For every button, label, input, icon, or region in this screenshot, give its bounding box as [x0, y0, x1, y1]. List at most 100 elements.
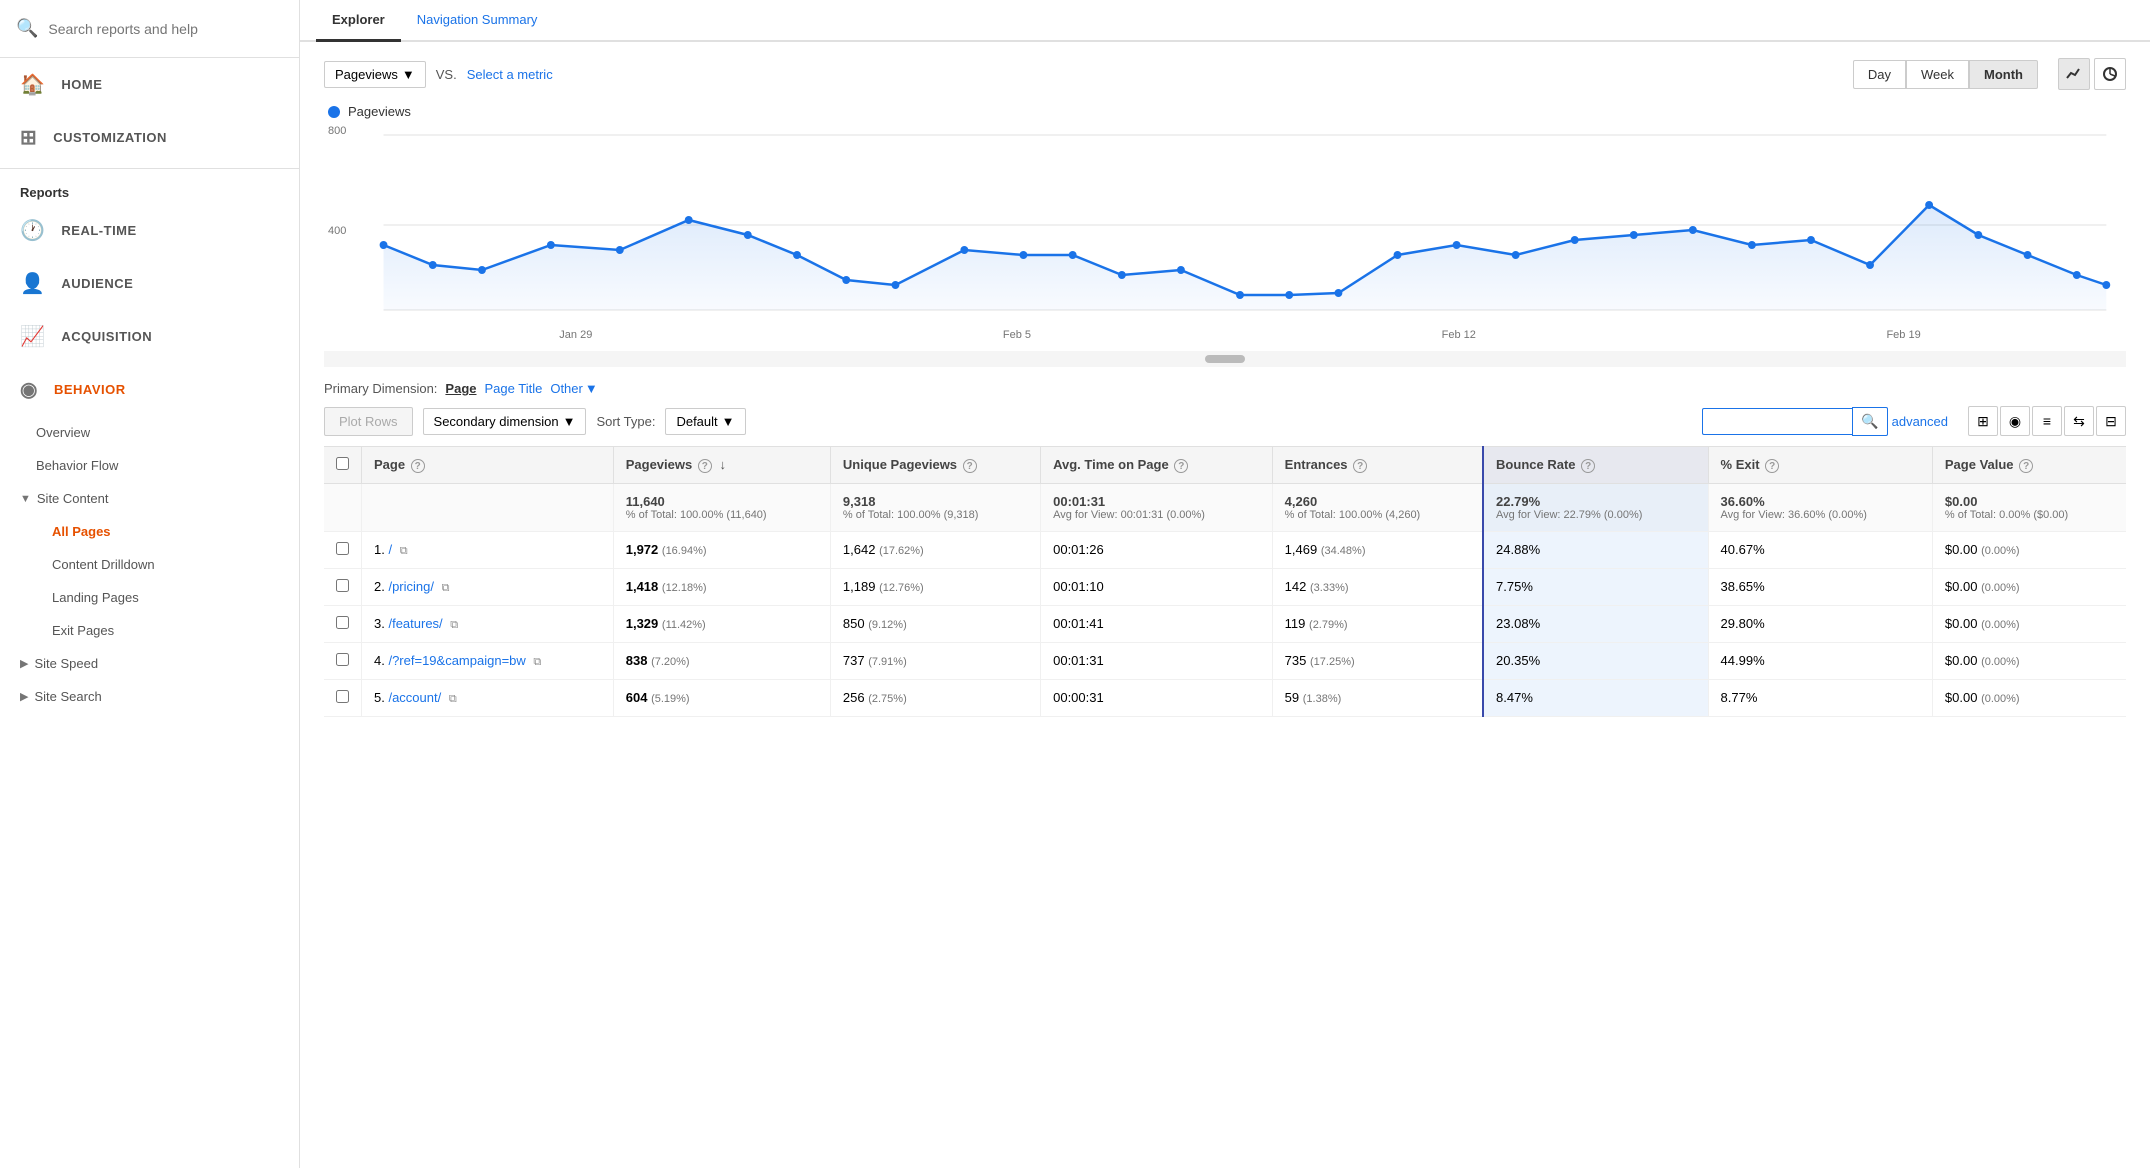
sidebar-item-realtime[interactable]: 🕐 REAL-TIME — [0, 204, 299, 257]
plot-rows-button[interactable]: Plot Rows — [324, 407, 413, 436]
row3-checkbox[interactable] — [336, 616, 349, 629]
row1-page-link[interactable]: / — [388, 542, 392, 557]
entrances-info-icon[interactable]: ? — [1353, 459, 1367, 473]
totals-pageviews-cell: 11,640 % of Total: 100.00% (11,640) — [613, 484, 830, 532]
month-button[interactable]: Month — [1969, 60, 2038, 89]
pie-view-button[interactable]: ◉ — [2000, 406, 2030, 436]
totals-pct-exit: 36.60% — [1721, 494, 1765, 509]
page-dimension-link[interactable]: Page — [445, 381, 476, 396]
x-axis-labels: Jan 29 Feb 5 Feb 12 Feb 19 — [324, 325, 2126, 351]
tab-explorer[interactable]: Explorer — [316, 0, 401, 42]
row4-page-link[interactable]: /?ref=19&campaign=bw — [388, 653, 525, 668]
avg-time-info-icon[interactable]: ? — [1174, 459, 1188, 473]
chart-wrapper: 800 400 — [324, 125, 2126, 325]
other-dimension-dropdown[interactable]: Other ▼ — [550, 381, 597, 396]
page-value-info-icon[interactable]: ? — [2019, 459, 2033, 473]
row1-num: 1. — [374, 542, 385, 557]
sidebar-item-all-pages[interactable]: All Pages — [0, 515, 299, 548]
sidebar-item-home[interactable]: 🏠 HOME — [0, 58, 299, 111]
search-input[interactable] — [48, 21, 283, 37]
bounce-rate-info-icon[interactable]: ? — [1581, 459, 1595, 473]
sidebar-item-site-search[interactable]: ▶ Site Search — [0, 680, 299, 713]
select-all-checkbox[interactable] — [336, 457, 349, 470]
sidebar-item-audience[interactable]: 👤 AUDIENCE — [0, 257, 299, 310]
page-info-icon[interactable]: ? — [411, 459, 425, 473]
search-icon: 🔍 — [16, 18, 38, 39]
compare-view-button[interactable]: ⇆ — [2064, 406, 2094, 436]
row4-page: 4. /?ref=19&campaign=bw ⧉ — [362, 643, 614, 680]
select-metric-link[interactable]: Select a metric — [467, 67, 553, 82]
table-search-input[interactable] — [1702, 408, 1852, 435]
table-search-button[interactable]: 🔍 — [1852, 407, 1887, 436]
sidebar-item-acquisition[interactable]: 📈 ACQUISITION — [0, 310, 299, 363]
main-content: Explorer Navigation Summary Pageviews ▼ … — [300, 0, 2150, 1168]
totals-page-cell — [362, 484, 614, 532]
landing-pages-label: Landing Pages — [52, 590, 139, 605]
week-button[interactable]: Week — [1906, 60, 1969, 89]
row1-copy-icon[interactable]: ⧉ — [400, 545, 408, 558]
realtime-icon: 🕐 — [20, 218, 45, 243]
sidebar-item-behavior-flow[interactable]: Behavior Flow — [0, 449, 299, 482]
sidebar-item-behavior[interactable]: ◉ BEHAVIOR — [0, 363, 299, 416]
scrollbar-thumb[interactable] — [1205, 355, 1245, 363]
row1-checkbox[interactable] — [336, 542, 349, 555]
totals-unique-sub: % of Total: 100.00% (9,318) — [843, 509, 1028, 521]
dropdown-arrow-icon: ▼ — [402, 67, 415, 82]
reports-section-label: Reports — [0, 173, 299, 204]
sidebar-item-site-speed[interactable]: ▶ Site Speed — [0, 647, 299, 680]
other-chevron-icon: ▼ — [585, 381, 598, 396]
metric-dropdown[interactable]: Pageviews ▼ — [324, 61, 426, 88]
pct-exit-column-header: % Exit ? — [1708, 447, 1932, 484]
pct-exit-info-icon[interactable]: ? — [1765, 459, 1779, 473]
day-button[interactable]: Day — [1853, 60, 1906, 89]
row2-page-link[interactable]: /pricing/ — [388, 579, 434, 594]
sidebar-item-landing-pages[interactable]: Landing Pages — [0, 581, 299, 614]
table-container: Page ? Pageviews ? ↓ Unique Pageviews ? … — [300, 446, 2150, 741]
legend-dot — [328, 106, 340, 118]
other-dimension-label: Other — [550, 381, 583, 396]
totals-pct-exit-sub: Avg for View: 36.60% (0.00%) — [1721, 509, 1920, 521]
avg-time-column-header: Avg. Time on Page ? — [1041, 447, 1273, 484]
row2-copy-icon[interactable]: ⧉ — [442, 582, 450, 595]
line-chart-button[interactable] — [2058, 58, 2090, 90]
pie-chart-button[interactable] — [2094, 58, 2126, 90]
row5-page-link[interactable]: /account/ — [388, 690, 441, 705]
row4-checkbox[interactable] — [336, 653, 349, 666]
row5-copy-icon[interactable]: ⧉ — [449, 693, 457, 706]
chart-scrollbar[interactable] — [324, 351, 2126, 367]
sidebar-item-overview[interactable]: Overview — [0, 416, 299, 449]
sort-type-label: Sort Type: — [596, 414, 655, 429]
row4-copy-icon[interactable]: ⧉ — [533, 656, 541, 669]
advanced-link[interactable]: advanced — [1892, 414, 1948, 429]
table-header-row: Page ? Pageviews ? ↓ Unique Pageviews ? … — [324, 447, 2126, 484]
table-row: 3. /features/ ⧉ 1,329 (11.42%) 850 (9.12… — [324, 606, 2126, 643]
unique-info-icon[interactable]: ? — [963, 459, 977, 473]
all-pages-label: All Pages — [52, 524, 111, 539]
sort-dropdown[interactable]: Default ▼ — [665, 408, 745, 435]
y-axis-label-800: 800 — [328, 125, 346, 137]
sidebar-item-exit-pages[interactable]: Exit Pages — [0, 614, 299, 647]
row1-entrances: 1,469 (34.48%) — [1272, 532, 1483, 569]
sidebar-item-site-content[interactable]: ▼ Site Content — [0, 482, 299, 515]
row2-checkbox[interactable] — [336, 579, 349, 592]
secondary-dimension-dropdown[interactable]: Secondary dimension ▼ — [423, 408, 587, 435]
pivot-view-button[interactable]: ⊟ — [2096, 406, 2126, 436]
pageviews-info-icon[interactable]: ? — [698, 459, 712, 473]
sidebar-item-customization[interactable]: ⊞ CUSTOMIZATION — [0, 111, 299, 164]
sidebar-item-content-drilldown[interactable]: Content Drilldown — [0, 548, 299, 581]
search-bar[interactable]: 🔍 — [0, 0, 299, 58]
tab-navigation-summary[interactable]: Navigation Summary — [401, 0, 554, 40]
table-row: 4. /?ref=19&campaign=bw ⧉ 838 (7.20%) 73… — [324, 643, 2126, 680]
totals-bounce-rate: 22.79% — [1496, 494, 1540, 509]
row3-copy-icon[interactable]: ⧉ — [450, 619, 458, 632]
page-title-dimension-link[interactable]: Page Title — [485, 381, 543, 396]
row3-page-link[interactable]: /features/ — [388, 616, 442, 631]
vs-label: VS. — [436, 67, 457, 82]
row5-checkbox[interactable] — [336, 690, 349, 703]
data-view-button[interactable]: ⊞ — [1968, 406, 1998, 436]
sidebar: 🔍 🏠 HOME ⊞ CUSTOMIZATION Reports 🕐 REAL-… — [0, 0, 300, 1168]
bounce-rate-column-header: Bounce Rate ? — [1483, 447, 1708, 484]
bar-view-button[interactable]: ≡ — [2032, 406, 2062, 436]
sidebar-item-home-label: HOME — [61, 77, 102, 92]
row3-unique: 850 (9.12%) — [830, 606, 1040, 643]
